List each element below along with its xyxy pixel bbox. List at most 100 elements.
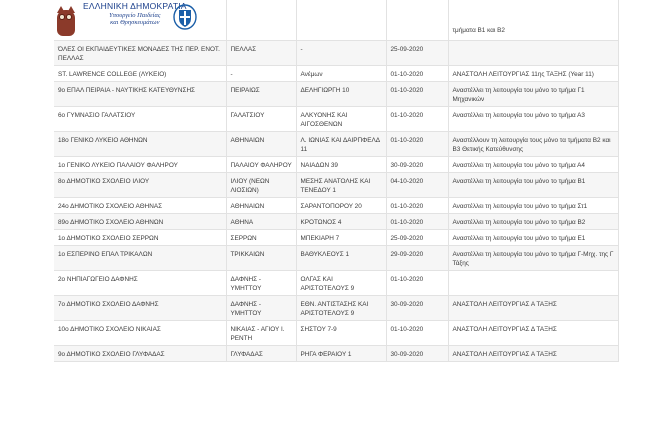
owl-logo-icon[interactable] [55, 2, 77, 38]
cell-date: 01-10-2020 [386, 270, 449, 296]
closures-table: τμήματα Β1 και Β2 ΌΛΕΣ ΟΙ ΕΚΠΑΙΔΕΥΤΙΚΕΣ … [54, 0, 619, 362]
ministry-title: ΕΛΛΗΝΙΚΗ ΔΗΜΟΚΡΑΤΙΑ [83, 1, 187, 11]
table-row: 24ο ΔΗΜΟΤΙΚΟ ΣΧΟΛΕΙΟ ΑΘΗΝΑΣ ΑΘΗΝΑΙΩΝ ΣΑΡΑΝ… [54, 197, 619, 214]
cell-school-name: 89ο ΔΗΜΟΤΙΚΟ ΣΧΟΛΕΙΟ ΑΘΗΝΩΝ [54, 213, 227, 230]
cell-address: ΡΗΓΑ ΦΕΡΑΙΟΥ 1 [296, 345, 387, 362]
cell-school-name: 9ο ΕΠΑΛ ΠΕΙΡΑΙΑ - ΝΑΥΤΙΚΗΣ ΚΑΤΕΥΘΥΝΣΗΣ [54, 81, 227, 107]
table-row: 1ο ΕΣΠΕΡΙΝΟ ΕΠΑΛ ΤΡΙΚΑΛΩΝ ΤΡΙΚΚΑΙΩΝ ΒΑΘΥΚΛ… [54, 245, 619, 271]
closures-table-body: τμήματα Β1 και Β2 ΌΛΕΣ ΟΙ ΕΚΠΑΙΔΕΥΤΙΚΕΣ … [54, 0, 619, 362]
cell-municipality: ΑΘΗΝΑ [226, 213, 297, 230]
table-cell [296, 0, 387, 41]
cell-address: ΚΡΟΤΩΝΟΣ 4 [296, 213, 387, 230]
cell-municipality: ΑΘΗΝΑΙΩΝ [226, 197, 297, 214]
cell-date: 01-10-2020 [386, 213, 449, 230]
cell-address: ΟΛΓΑΣ ΚΑΙ ΑΡΙΣΤΟΤΕΛΟΥΣ 9 [296, 270, 387, 296]
cell-school-name: 1ο ΓΕΝΙΚΟ ΛΥΚΕΙΟ ΠΑΛΑΙΟΥ ΦΑΛΗΡΟΥ [54, 156, 227, 173]
ministry-subtitle-line2: και Θρησκευμάτων [110, 19, 160, 27]
cell-date: 01-10-2020 [386, 197, 449, 214]
cell-address: ΒΑΘΥΚΛΕΟΥΣ 1 [296, 245, 387, 271]
table-row: 2ο ΝΗΠΙΑΓΩΓΕΙΟ ΔΑΦΝΗΣ ΔΑΦΝΗΣ - ΥΜΗΤΤΟΥ ΟΛΓ… [54, 270, 619, 296]
table-row: ST. LAWRENCE COLLEGE (ΛΥΚΕΙΟ) - Ανέμων 01-1… [54, 65, 619, 82]
table-row: 7ο ΔΗΜΟΤΙΚΟ ΣΧΟΛΕΙΟ ΔΑΦΝΗΣ ΔΑΦΝΗΣ - ΥΜΗΤΤ… [54, 295, 619, 321]
table-row: ΌΛΕΣ ΟΙ ΕΚΠΑΙΔΕΥΤΙΚΕΣ ΜΟΝΑΔΕΣ ΤΗΣ ΠΕΡ. Ε… [54, 40, 619, 66]
cell-date: 25-09-2020 [386, 229, 449, 246]
cell-date: 30-09-2020 [386, 295, 449, 321]
ministry-subtitle-line1: Υπουργείο Παιδείας [109, 11, 161, 19]
cell-municipality: ΙΛΙΟΥ (ΝΕΩΝ ΛΙΟΣΙΩΝ) [226, 172, 297, 198]
table-row: 18ο ΓΕΝΙΚΟ ΛΥΚΕΙΟ ΑΘΗΝΩΝ ΑΘΗΝΑΙΩΝ Λ. ΙΩΝΙΑ… [54, 131, 619, 157]
cell-school-name: 24ο ΔΗΜΟΤΙΚΟ ΣΧΟΛΕΙΟ ΑΘΗΝΑΣ [54, 197, 227, 214]
cell-notes: Αναστέλλουν τη λειτουργία τους μόνο τα τ… [448, 131, 619, 157]
table-row: 6ο ΓΥΜΝΑΣΙΟ ΓΑΛΑΤΣΙΟΥ ΓΑΛΑΤΣΙΟΥ ΑΛΚΥΟΝΗΣ Κ… [54, 106, 619, 132]
cell-date: 01-10-2020 [386, 65, 449, 82]
table-row: 89ο ΔΗΜΟΤΙΚΟ ΣΧΟΛΕΙΟ ΑΘΗΝΩΝ ΑΘΗΝΑ ΚΡΟΤΩΝΟΣ… [54, 213, 619, 230]
cell-school-name: 9ο ΔΗΜΟΤΙΚΟ ΣΧΟΛΕΙΟ ΓΛΥΦΑΔΑΣ [54, 345, 227, 362]
cell-municipality: ΓΑΛΑΤΣΙΟΥ [226, 106, 297, 132]
cell-school-name: ΌΛΕΣ ΟΙ ΕΚΠΑΙΔΕΥΤΙΚΕΣ ΜΟΝΑΔΕΣ ΤΗΣ ΠΕΡ. Ε… [54, 40, 227, 66]
cell-date: 30-09-2020 [386, 345, 449, 362]
cell-address: Λ. ΙΩΝΙΑΣ ΚΑΙ ΔΑΙΡΠΦΕΛΔ 11 [296, 131, 387, 157]
table-row: 9ο ΕΠΑΛ ΠΕΙΡΑΙΑ - ΝΑΥΤΙΚΗΣ ΚΑΤΕΥΘΥΝΣΗΣ ΠΕ… [54, 81, 619, 107]
cell-school-name: 2ο ΝΗΠΙΑΓΩΓΕΙΟ ΔΑΦΝΗΣ [54, 270, 227, 296]
table-cell [226, 0, 297, 41]
ministry-text: ΕΛΛΗΝΙΚΗ ΔΗΜΟΚΡΑΤΙΑ Υπουργείο Παιδείας κ… [83, 1, 187, 27]
table-row: 8ο ΔΗΜΟΤΙΚΟ ΣΧΟΛΕΙΟ ΙΛΙΟΥ ΙΛΙΟΥ (ΝΕΩΝ ΛΙΟ… [54, 172, 619, 198]
cell-notes: ΑΝΑΣΤΟΛΗ ΛΕΙΤΟΥΡΓΙΑΣ 11ης ΤΑΞΗΣ (Year 11… [448, 65, 619, 82]
top-note-cell: τμήματα Β1 και Β2 [448, 0, 619, 41]
cell-municipality: ΝΙΚΑΙΑΣ - ΑΓΙΟΥ Ι. ΡΕΝΤΗ [226, 320, 297, 346]
cell-address: - [296, 40, 387, 66]
cell-school-name: ST. LAWRENCE COLLEGE (ΛΥΚΕΙΟ) [54, 65, 227, 82]
table-cell [386, 0, 449, 41]
cell-school-name: 7ο ΔΗΜΟΤΙΚΟ ΣΧΟΛΕΙΟ ΔΑΦΝΗΣ [54, 295, 227, 321]
cell-municipality: ΔΑΦΝΗΣ - ΥΜΗΤΤΟΥ [226, 270, 297, 296]
cell-school-name: 10ο ΔΗΜΟΤΙΚΟ ΣΧΟΛΕΙΟ ΝΙΚΑΙΑΣ [54, 320, 227, 346]
cell-notes: ΑΝΑΣΤΟΛΗ ΛΕΙΤΟΥΡΓΙΑΣ Α ΤΑΞΗΣ [448, 345, 619, 362]
cell-school-name: 6ο ΓΥΜΝΑΣΙΟ ΓΑΛΑΤΣΙΟΥ [54, 106, 227, 132]
cell-municipality: ΠΕΛΛΑΣ [226, 40, 297, 66]
cell-date: 30-09-2020 [386, 156, 449, 173]
site-header: ΕΛΛΗΝΙΚΗ ΔΗΜΟΚΡΑΤΙΑ Υπουργείο Παιδείας κ… [55, 0, 215, 40]
cell-address: ΑΛΚΥΟΝΗΣ ΚΑΙ ΑΙΓΟΣΘΕΝΩΝ [296, 106, 387, 132]
cell-address: ΔΕΛΗΓΙΩΡΓΗ 10 [296, 81, 387, 107]
cell-notes: Αναστέλλει τη λειτουργία του μόνο το τμή… [448, 172, 619, 198]
cell-school-name: 8ο ΔΗΜΟΤΙΚΟ ΣΧΟΛΕΙΟ ΙΛΙΟΥ [54, 172, 227, 198]
cell-notes: ΑΝΑΣΤΟΛΗ ΛΕΙΤΟΥΡΓΙΑΣ Α ΤΑΞΗΣ [448, 295, 619, 321]
cell-notes: Αναστέλλει τη λειτουργία του μόνο το τμή… [448, 245, 619, 271]
cell-address: ΜΠΕΚΙΑΡΗ 7 [296, 229, 387, 246]
cell-school-name: 18ο ΓΕΝΙΚΟ ΛΥΚΕΙΟ ΑΘΗΝΩΝ [54, 131, 227, 157]
cell-school-name: 1ο ΕΣΠΕΡΙΝΟ ΕΠΑΛ ΤΡΙΚΑΛΩΝ [54, 245, 227, 271]
cell-notes: Αναστέλλει τη λειτουργία του μόνο το τμή… [448, 156, 619, 173]
cell-notes: Αναστέλλει τη λειτουργία του μόνο το τμή… [448, 213, 619, 230]
cell-date: 01-10-2020 [386, 106, 449, 132]
cell-notes: Αναστέλλει τη λειτουργία του μόνο το τμή… [448, 229, 619, 246]
cell-address: ΜΕΣΗΣ ΑΝΑΤΟΛΗΣ ΚΑΙ ΤΕΝΕΔΟΥ 1 [296, 172, 387, 198]
table-row: 1ο ΔΗΜΟΤΙΚΟ ΣΧΟΛΕΙΟ ΣΕΡΡΩΝ ΣΕΡΡΩΝ ΜΠΕΚΙΑΡΗ… [54, 229, 619, 246]
cell-municipality: ΠΑΛΑΙΟΥ ΦΑΛΗΡΟΥ [226, 156, 297, 173]
table-row: 9ο ΔΗΜΟΤΙΚΟ ΣΧΟΛΕΙΟ ΓΛΥΦΑΔΑΣ ΓΛΥΦΑΔΑΣ ΡΗΓΑ… [54, 345, 619, 362]
closures-table-wrapper: τμήματα Β1 και Β2 ΌΛΕΣ ΟΙ ΕΚΠΑΙΔΕΥΤΙΚΕΣ … [54, 0, 619, 362]
cell-date: 25-09-2020 [386, 40, 449, 66]
cell-notes: Αναστέλλει τη λειτουργία του μόνο το τμή… [448, 81, 619, 107]
cell-address: Ανέμων [296, 65, 387, 82]
cell-date: 01-10-2020 [386, 131, 449, 157]
cell-municipality: - [226, 65, 297, 82]
cell-notes: Αναστέλλει τη λειτουργία του μόνο το τμή… [448, 197, 619, 214]
cell-school-name: 1ο ΔΗΜΟΤΙΚΟ ΣΧΟΛΕΙΟ ΣΕΡΡΩΝ [54, 229, 227, 246]
cell-municipality: ΤΡΙΚΚΑΙΩΝ [226, 245, 297, 271]
cell-municipality: ΠΕΙΡΑΙΩΣ [226, 81, 297, 107]
cell-address: ΣΑΡΑΝΤΟΠΟΡΟΥ 20 [296, 197, 387, 214]
cell-date: 01-10-2020 [386, 320, 449, 346]
table-row: 10ο ΔΗΜΟΤΙΚΟ ΣΧΟΛΕΙΟ ΝΙΚΑΙΑΣ ΝΙΚΑΙΑΣ - ΑΓ… [54, 320, 619, 346]
cell-date: 04-10-2020 [386, 172, 449, 198]
cell-address: ΣΗΣΤΟΥ 7-9 [296, 320, 387, 346]
greek-emblem-icon [173, 4, 197, 30]
cell-municipality: ΣΕΡΡΩΝ [226, 229, 297, 246]
cell-notes [448, 270, 619, 296]
cell-municipality: ΔΑΦΝΗΣ - ΥΜΗΤΤΟΥ [226, 295, 297, 321]
cell-date: 29-09-2020 [386, 245, 449, 271]
cell-address: ΝΑΙΑΔΩΝ 39 [296, 156, 387, 173]
cell-notes: ΑΝΑΣΤΟΛΗ ΛΕΙΤΟΥΡΓΙΑΣ Δ ΤΑΞΗΣ [448, 320, 619, 346]
cell-address: ΕΘΝ. ΑΝΤΙΣΤΑΣΗΣ ΚΑΙ ΑΡΙΣΤΟΤΕΛΟΥΣ 9 [296, 295, 387, 321]
cell-municipality: ΑΘΗΝΑΙΩΝ [226, 131, 297, 157]
cell-notes [448, 40, 619, 66]
